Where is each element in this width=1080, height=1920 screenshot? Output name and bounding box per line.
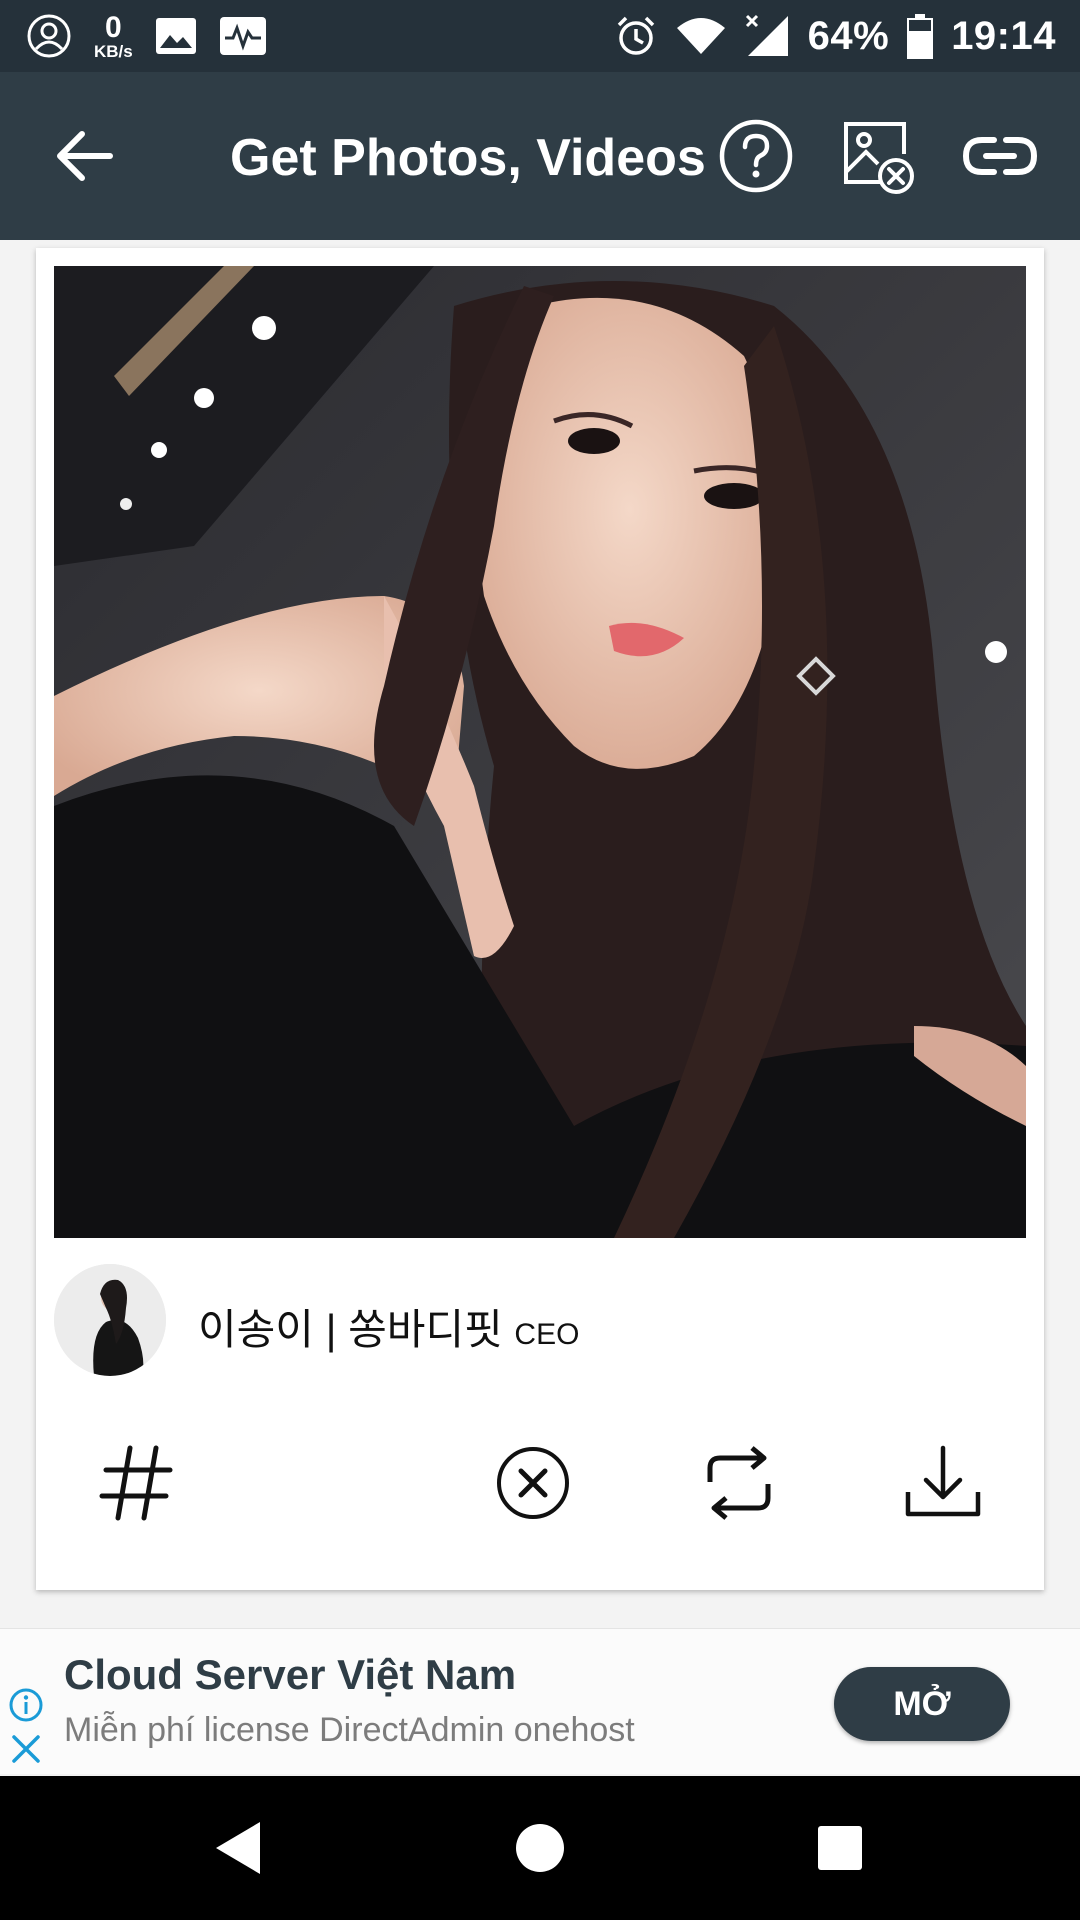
ad-close-icon[interactable] (10, 1733, 42, 1765)
post-card: 이송이 | 쏭바디핏 CEO (36, 248, 1044, 1590)
alarm-icon (617, 16, 654, 55)
home-circle-icon[interactable] (504, 1812, 576, 1884)
navigation-bar (0, 1776, 1080, 1920)
ad-title[interactable]: Cloud Server Việt Nam (64, 1651, 516, 1699)
wifi-icon (676, 18, 725, 54)
battery-icon (907, 14, 934, 59)
network-speed-value: 0 (105, 10, 122, 44)
post-photo[interactable] (54, 266, 1026, 1238)
avatar[interactable] (54, 1264, 166, 1376)
download-icon[interactable] (898, 1438, 988, 1528)
ad-info-icon[interactable] (8, 1687, 44, 1723)
page-title: Get Photos, Videos (230, 129, 706, 187)
network-speed: 0 KB/s (94, 10, 133, 61)
hashtag-icon[interactable] (92, 1438, 182, 1528)
repost-icon[interactable] (694, 1438, 784, 1528)
app-bar: Get Photos, Videos (0, 72, 1080, 240)
ad-subtitle[interactable]: Miễn phí license DirectAdmin onehost (64, 1711, 635, 1750)
status-bar: 0 KB/s 64% 19:14 (0, 0, 1080, 72)
username-tag: CEO (514, 1318, 580, 1351)
ad-open-button[interactable]: MỞ (834, 1667, 1010, 1741)
network-speed-unit: KB/s (94, 41, 133, 61)
back-arrow-icon[interactable] (50, 122, 118, 190)
remove-image-icon[interactable] (838, 116, 918, 196)
back-triangle-icon[interactable] (204, 1812, 276, 1884)
username[interactable]: 이송이 | 쏭바디핏 CEO (198, 1296, 579, 1357)
remove-icon[interactable] (488, 1438, 578, 1528)
username-text: 이송이 | 쏭바디핏 (198, 1306, 503, 1353)
account-circle-icon (27, 14, 71, 58)
battery-percent: 64% (807, 13, 890, 58)
clock: 19:14 (951, 13, 1056, 58)
signal-icon (745, 14, 788, 56)
gallery-icon (155, 18, 196, 54)
link-icon[interactable] (960, 116, 1040, 196)
recents-square-icon[interactable] (804, 1812, 876, 1884)
activity-icon (219, 17, 266, 55)
help-icon[interactable] (716, 116, 796, 196)
ad-banner[interactable]: Cloud Server Việt Nam Miễn phí license D… (0, 1628, 1080, 1774)
